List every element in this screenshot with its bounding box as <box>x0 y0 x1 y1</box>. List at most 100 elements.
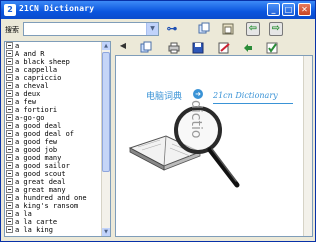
expand-box-icon[interactable] <box>6 106 13 113</box>
word-list-item[interactable]: a hundred and one <box>5 194 101 202</box>
expand-box-icon[interactable] <box>6 218 13 225</box>
word-text: a cheval <box>15 82 49 90</box>
forward-icon[interactable]: ⇨ <box>269 22 283 36</box>
word-list-item[interactable]: a la <box>5 210 101 218</box>
expand-box-icon[interactable] <box>6 178 13 185</box>
undo-icon[interactable] <box>241 41 255 55</box>
word-text: a la carte <box>15 218 58 226</box>
search-combobox[interactable]: ▼ <box>23 22 159 36</box>
word-list-item[interactable]: a la king <box>5 226 101 234</box>
word-list-item[interactable]: a good scout <box>5 170 101 178</box>
word-list-item[interactable]: a good job <box>5 146 101 154</box>
word-text: a good sailor <box>15 162 70 170</box>
expand-box-icon[interactable] <box>6 194 13 201</box>
word-text: a la <box>15 210 32 218</box>
word-text: a deux <box>15 90 41 98</box>
maximize-button[interactable]: □ <box>282 3 295 16</box>
expand-box-icon[interactable] <box>6 122 13 129</box>
word-text: a capriccio <box>15 74 62 82</box>
word-list-item[interactable]: a black sheep <box>5 58 101 66</box>
expand-box-icon[interactable] <box>6 90 13 97</box>
word-text: a hundred and one <box>15 194 87 202</box>
viewer-scrollbar[interactable] <box>303 56 312 236</box>
expand-box-icon[interactable] <box>6 50 13 57</box>
word-list-item[interactable]: a king's ransom <box>5 202 101 210</box>
word-list-item[interactable]: a cappella <box>5 66 101 74</box>
title-bar[interactable]: 2 21CN Dictionary _ □ ✕ <box>1 1 315 19</box>
word-list-rows: aA and Ra black sheep a cappella a capricc… <box>5 42 101 234</box>
word-list-item[interactable]: a la carte <box>5 218 101 226</box>
word-text: a few <box>15 98 37 106</box>
expand-box-icon[interactable] <box>6 202 13 209</box>
word-text: a great deal <box>15 178 66 186</box>
word-text: a black sheep <box>15 58 70 66</box>
magnifier-icon <box>174 106 240 188</box>
definition-viewer[interactable]: 电脑词典 ➜ 21cn Dictionary dictio <box>115 55 313 237</box>
word-text: A and R <box>15 50 45 58</box>
word-list-item[interactable]: A and R <box>5 50 101 58</box>
word-list-item[interactable]: a capriccio <box>5 74 101 82</box>
word-list-item[interactable]: a cheval <box>5 82 101 90</box>
search-input[interactable] <box>25 24 145 34</box>
check-icon[interactable] <box>265 41 279 55</box>
word-text: a king's ransom <box>15 202 79 210</box>
expand-box-icon[interactable] <box>6 82 13 89</box>
close-button[interactable]: ✕ <box>298 3 311 16</box>
save-icon[interactable] <box>191 41 205 55</box>
dropdown-arrow-icon[interactable]: ▼ <box>146 23 158 35</box>
word-list-item[interactable]: a great many <box>5 186 101 194</box>
search-go-icon[interactable]: ⊶ <box>165 22 179 36</box>
word-list-item[interactable]: a good many <box>5 154 101 162</box>
app-window: 2 21CN Dictionary _ □ ✕ 搜索 ▼ ⊶ ⇦ ⇨ aA an… <box>0 0 316 242</box>
word-list-item[interactable]: a <box>5 42 101 50</box>
expand-box-icon[interactable] <box>6 146 13 153</box>
window-title: 21CN Dictionary <box>19 4 95 13</box>
word-list-item[interactable]: a good deal of <box>5 130 101 138</box>
expand-box-icon[interactable] <box>6 138 13 145</box>
expand-box-icon[interactable] <box>6 130 13 137</box>
word-list-item[interactable]: a fortiori <box>5 106 101 114</box>
word-text: a good many <box>15 154 62 162</box>
book-magnifier-illustration: dictio <box>128 100 240 188</box>
copy-icon[interactable] <box>197 22 211 36</box>
word-list-item[interactable]: a good sailor <box>5 162 101 170</box>
app-icon: 2 <box>4 4 16 16</box>
scroll-up-icon[interactable]: ▲ <box>102 42 110 50</box>
word-text: a good job <box>15 146 58 154</box>
expand-box-icon[interactable] <box>6 210 13 217</box>
word-list[interactable]: aA and Ra black sheep a cappella a capricc… <box>4 41 111 237</box>
expand-box-icon[interactable] <box>6 170 13 177</box>
word-text: a good few <box>15 138 58 146</box>
copy-doc-icon[interactable] <box>139 41 153 55</box>
expand-box-icon[interactable] <box>6 114 13 121</box>
expand-box-icon[interactable] <box>6 186 13 193</box>
nav-left-icon[interactable]: ◀ <box>116 41 130 55</box>
expand-box-icon[interactable] <box>6 154 13 161</box>
word-text: a good scout <box>15 170 66 178</box>
edit-icon[interactable] <box>217 41 231 55</box>
word-list-item[interactable]: a deux <box>5 90 101 98</box>
word-list-item[interactable]: a great deal <box>5 178 101 186</box>
word-text: a good deal of <box>15 130 75 138</box>
minimize-button[interactable]: _ <box>267 3 280 16</box>
expand-box-icon[interactable] <box>6 74 13 81</box>
word-text: a fortiori <box>15 106 58 114</box>
word-list-scrollbar[interactable]: ▲ ▼ <box>101 42 110 236</box>
scroll-down-icon[interactable]: ▼ <box>102 228 110 236</box>
expand-box-icon[interactable] <box>6 162 13 169</box>
expand-box-icon[interactable] <box>6 58 13 65</box>
expand-box-icon[interactable] <box>6 66 13 73</box>
print-icon[interactable] <box>167 41 181 55</box>
back-icon[interactable]: ⇦ <box>246 22 260 36</box>
paste-icon[interactable] <box>221 22 235 36</box>
word-list-item[interactable]: a good deal <box>5 122 101 130</box>
expand-box-icon[interactable] <box>6 226 13 233</box>
word-list-item[interactable]: a few <box>5 98 101 106</box>
word-list-scroll-thumb[interactable] <box>102 52 110 172</box>
search-label: 搜索 <box>5 27 19 34</box>
word-text: a great many <box>15 186 66 194</box>
word-list-item[interactable]: a-go-go <box>5 114 101 122</box>
expand-box-icon[interactable] <box>6 98 13 105</box>
word-list-item[interactable]: a good few <box>5 138 101 146</box>
expand-box-icon[interactable] <box>6 42 13 49</box>
